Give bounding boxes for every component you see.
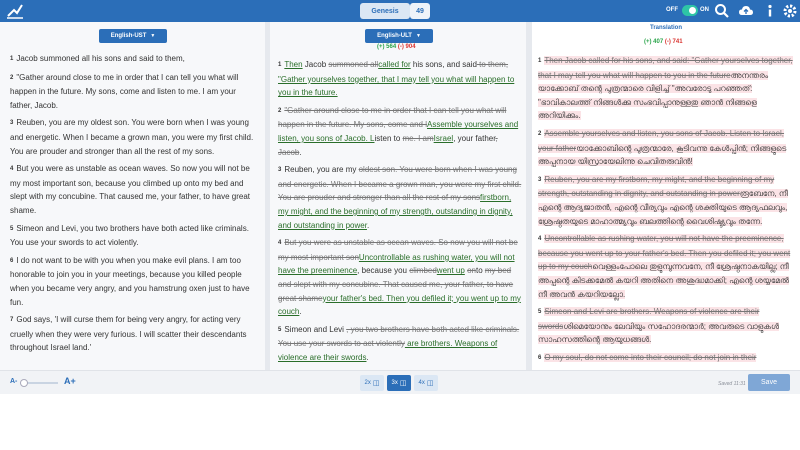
settings-icon[interactable] <box>782 3 798 19</box>
unchanged-text: . <box>299 307 302 317</box>
verse-number: 3 <box>538 176 542 183</box>
logo-icon[interactable] <box>6 3 24 19</box>
ult-version-label: English-ULT <box>377 33 412 39</box>
verse: 3 Reuben, you are my oldest son. You were… <box>10 118 254 156</box>
ust-version-selector[interactable]: English-UST ▼ <box>99 29 167 43</box>
diff-counts: (+) 407 (-) 741 <box>644 39 683 45</box>
verse-number: 5 <box>538 309 542 316</box>
verse: 1 Then Jacob summoned allcalled for his s… <box>278 58 522 100</box>
save-button[interactable]: Save <box>748 374 790 391</box>
columns-icon: ◫ <box>372 380 380 387</box>
unchanged-text: Simeon and Levi <box>284 324 347 334</box>
verse-number: 2 <box>278 107 282 114</box>
unchanged-text: to <box>475 266 485 276</box>
unchanged-text: , because you <box>357 266 410 276</box>
verse-number: 3 <box>278 167 282 174</box>
ust-text: 1 Jacob summoned all his sons and said to… <box>10 52 258 359</box>
three-column-button[interactable]: 3x ◫ <box>387 375 411 391</box>
verse-number: 2 <box>538 130 542 137</box>
diff-counts: (+) 564 (-) 904 <box>377 44 416 50</box>
verse: 4 But you were as unstable as ocean waves… <box>10 164 250 215</box>
info-icon[interactable] <box>762 3 778 19</box>
inserted-text: "Gather yourselves together, that I may … <box>278 74 515 98</box>
unchanged-text: isten to <box>374 133 403 143</box>
unchanged-text: Jacob <box>302 60 329 69</box>
cloud-upload-icon[interactable] <box>738 3 754 19</box>
deleted-count: (-) 741 <box>664 39 683 45</box>
translated-text: ശിമെയോനും ലേവിയും സഹോദരന്മാർ; അവരുടെ വാള… <box>538 321 780 345</box>
verse: 5 Simeon and Levi are brothers. Weapons o… <box>538 305 794 347</box>
font-increase-button[interactable]: A+ <box>64 376 76 386</box>
unchanged-text: . <box>366 220 370 230</box>
verse: 2 "Gather around close to me in order tha… <box>278 104 522 159</box>
translated-text: യാക്കോബിന്റെ പുത്രന്മാരേ, കൂടിവന്നു കേൾപ… <box>538 143 787 167</box>
font-decrease-button[interactable]: A- <box>10 378 17 385</box>
deleted-text: to them, <box>476 60 509 69</box>
verse-number: 5 <box>278 326 282 333</box>
inserted-text: Then <box>284 60 303 69</box>
translation-text[interactable]: 1 Then Jacob called for his sons, and sai… <box>538 54 794 369</box>
blank-area <box>0 394 800 450</box>
font-size-slider[interactable] <box>20 379 58 387</box>
translation-title: Translation <box>649 25 682 31</box>
unchanged-text: Reuben, you are my <box>284 165 359 175</box>
verse-number: 6 <box>538 354 542 361</box>
deleted-text: me. I am <box>402 133 434 143</box>
verse: 1 Then Jacob called for his sons, and sai… <box>538 54 794 123</box>
unchanged-text: , your father <box>453 133 496 143</box>
verse: 7 God says, 'I will curse them for being … <box>10 315 247 353</box>
chapter-selector[interactable]: 49 <box>410 3 430 19</box>
verse: 6O my soul, do not come into their counc… <box>538 351 794 366</box>
verse: 2 Assemble yourselves and listen, you son… <box>538 127 794 169</box>
added-count: (+) 407 <box>644 39 664 45</box>
unchanged-text: his sons, and said <box>410 60 477 69</box>
verse: 2 "Gather around close to me in order tha… <box>10 72 239 110</box>
deleted-count: (-) 904 <box>397 44 416 50</box>
top-bar: Genesis 49 OFF ON <box>0 0 800 22</box>
verse: 6I do not want to be with you when you m… <box>10 255 250 307</box>
book-selector[interactable]: Genesis <box>360 3 410 19</box>
added-count: (+) 564 <box>377 44 397 50</box>
columns-icon: ◫ <box>426 380 434 387</box>
verse: 5 Simeon and Levi , you two brothers have… <box>278 323 522 365</box>
verse: 4 Uncontrollable as rushing water, you wi… <box>538 232 794 301</box>
verse: 4 But you were as unstable as ocean waves… <box>278 236 522 319</box>
verse: 3 Reuben, you are my oldest son. You were… <box>278 163 522 232</box>
ust-version-label: English-UST <box>110 33 147 39</box>
ust-pane: English-UST ▼ 1 Jacob summoned all his son… <box>0 22 265 370</box>
columns-icon: ◫ <box>399 380 407 387</box>
unchanged-text: . <box>299 147 302 157</box>
verse-number: 1 <box>538 58 542 64</box>
verse-number: 1 <box>278 62 282 68</box>
slider-thumb[interactable] <box>20 379 28 387</box>
verse: 3 Reuben, you are my firstborn, my might,… <box>538 173 794 228</box>
verse-number: 4 <box>538 236 542 243</box>
inserted-text: went up <box>436 266 465 276</box>
view-toggle[interactable] <box>682 5 698 16</box>
inserted-text: called for <box>378 60 411 69</box>
saved-status: Saved 11:31 <box>718 381 746 387</box>
ult-pane: English-ULT ▼ (+) 564 (-) 904 1 Then Jacob… <box>270 22 526 370</box>
toggle-off-label: OFF <box>666 7 678 13</box>
translation-pane: Translation (+) 407 (-) 741 1 Then Jacob … <box>532 22 800 370</box>
deleted-text: climbed <box>409 266 437 276</box>
deleted-text: summoned all <box>328 60 379 69</box>
deleted-text: Reuben, you are my firstborn, my might, … <box>538 174 775 199</box>
four-column-button[interactable]: 4x ◫ <box>414 375 438 391</box>
deleted-text: O my soul, do not come into their counci… <box>544 352 757 362</box>
search-icon[interactable] <box>714 3 730 19</box>
bottom-bar: A- A+ 2x ◫ 3x ◫ 4x ◫ Saved 11:31 Save <box>0 370 800 394</box>
ult-version-selector[interactable]: English-ULT ▼ <box>365 29 433 43</box>
two-column-button[interactable]: 2x ◫ <box>360 375 384 391</box>
toggle-on-label: ON <box>700 7 709 13</box>
verse-number: 4 <box>278 240 282 247</box>
ult-text: 1 Then Jacob summoned allcalled for his s… <box>278 58 522 368</box>
unchanged-text: . <box>366 352 369 362</box>
deleted-text: on <box>467 266 476 276</box>
verse: 5 Simeon and Levi, you two brothers have … <box>10 223 249 248</box>
verse: 1 Jacob summoned all his sons and said to… <box>10 54 185 63</box>
inserted-text: Israel <box>433 133 454 143</box>
